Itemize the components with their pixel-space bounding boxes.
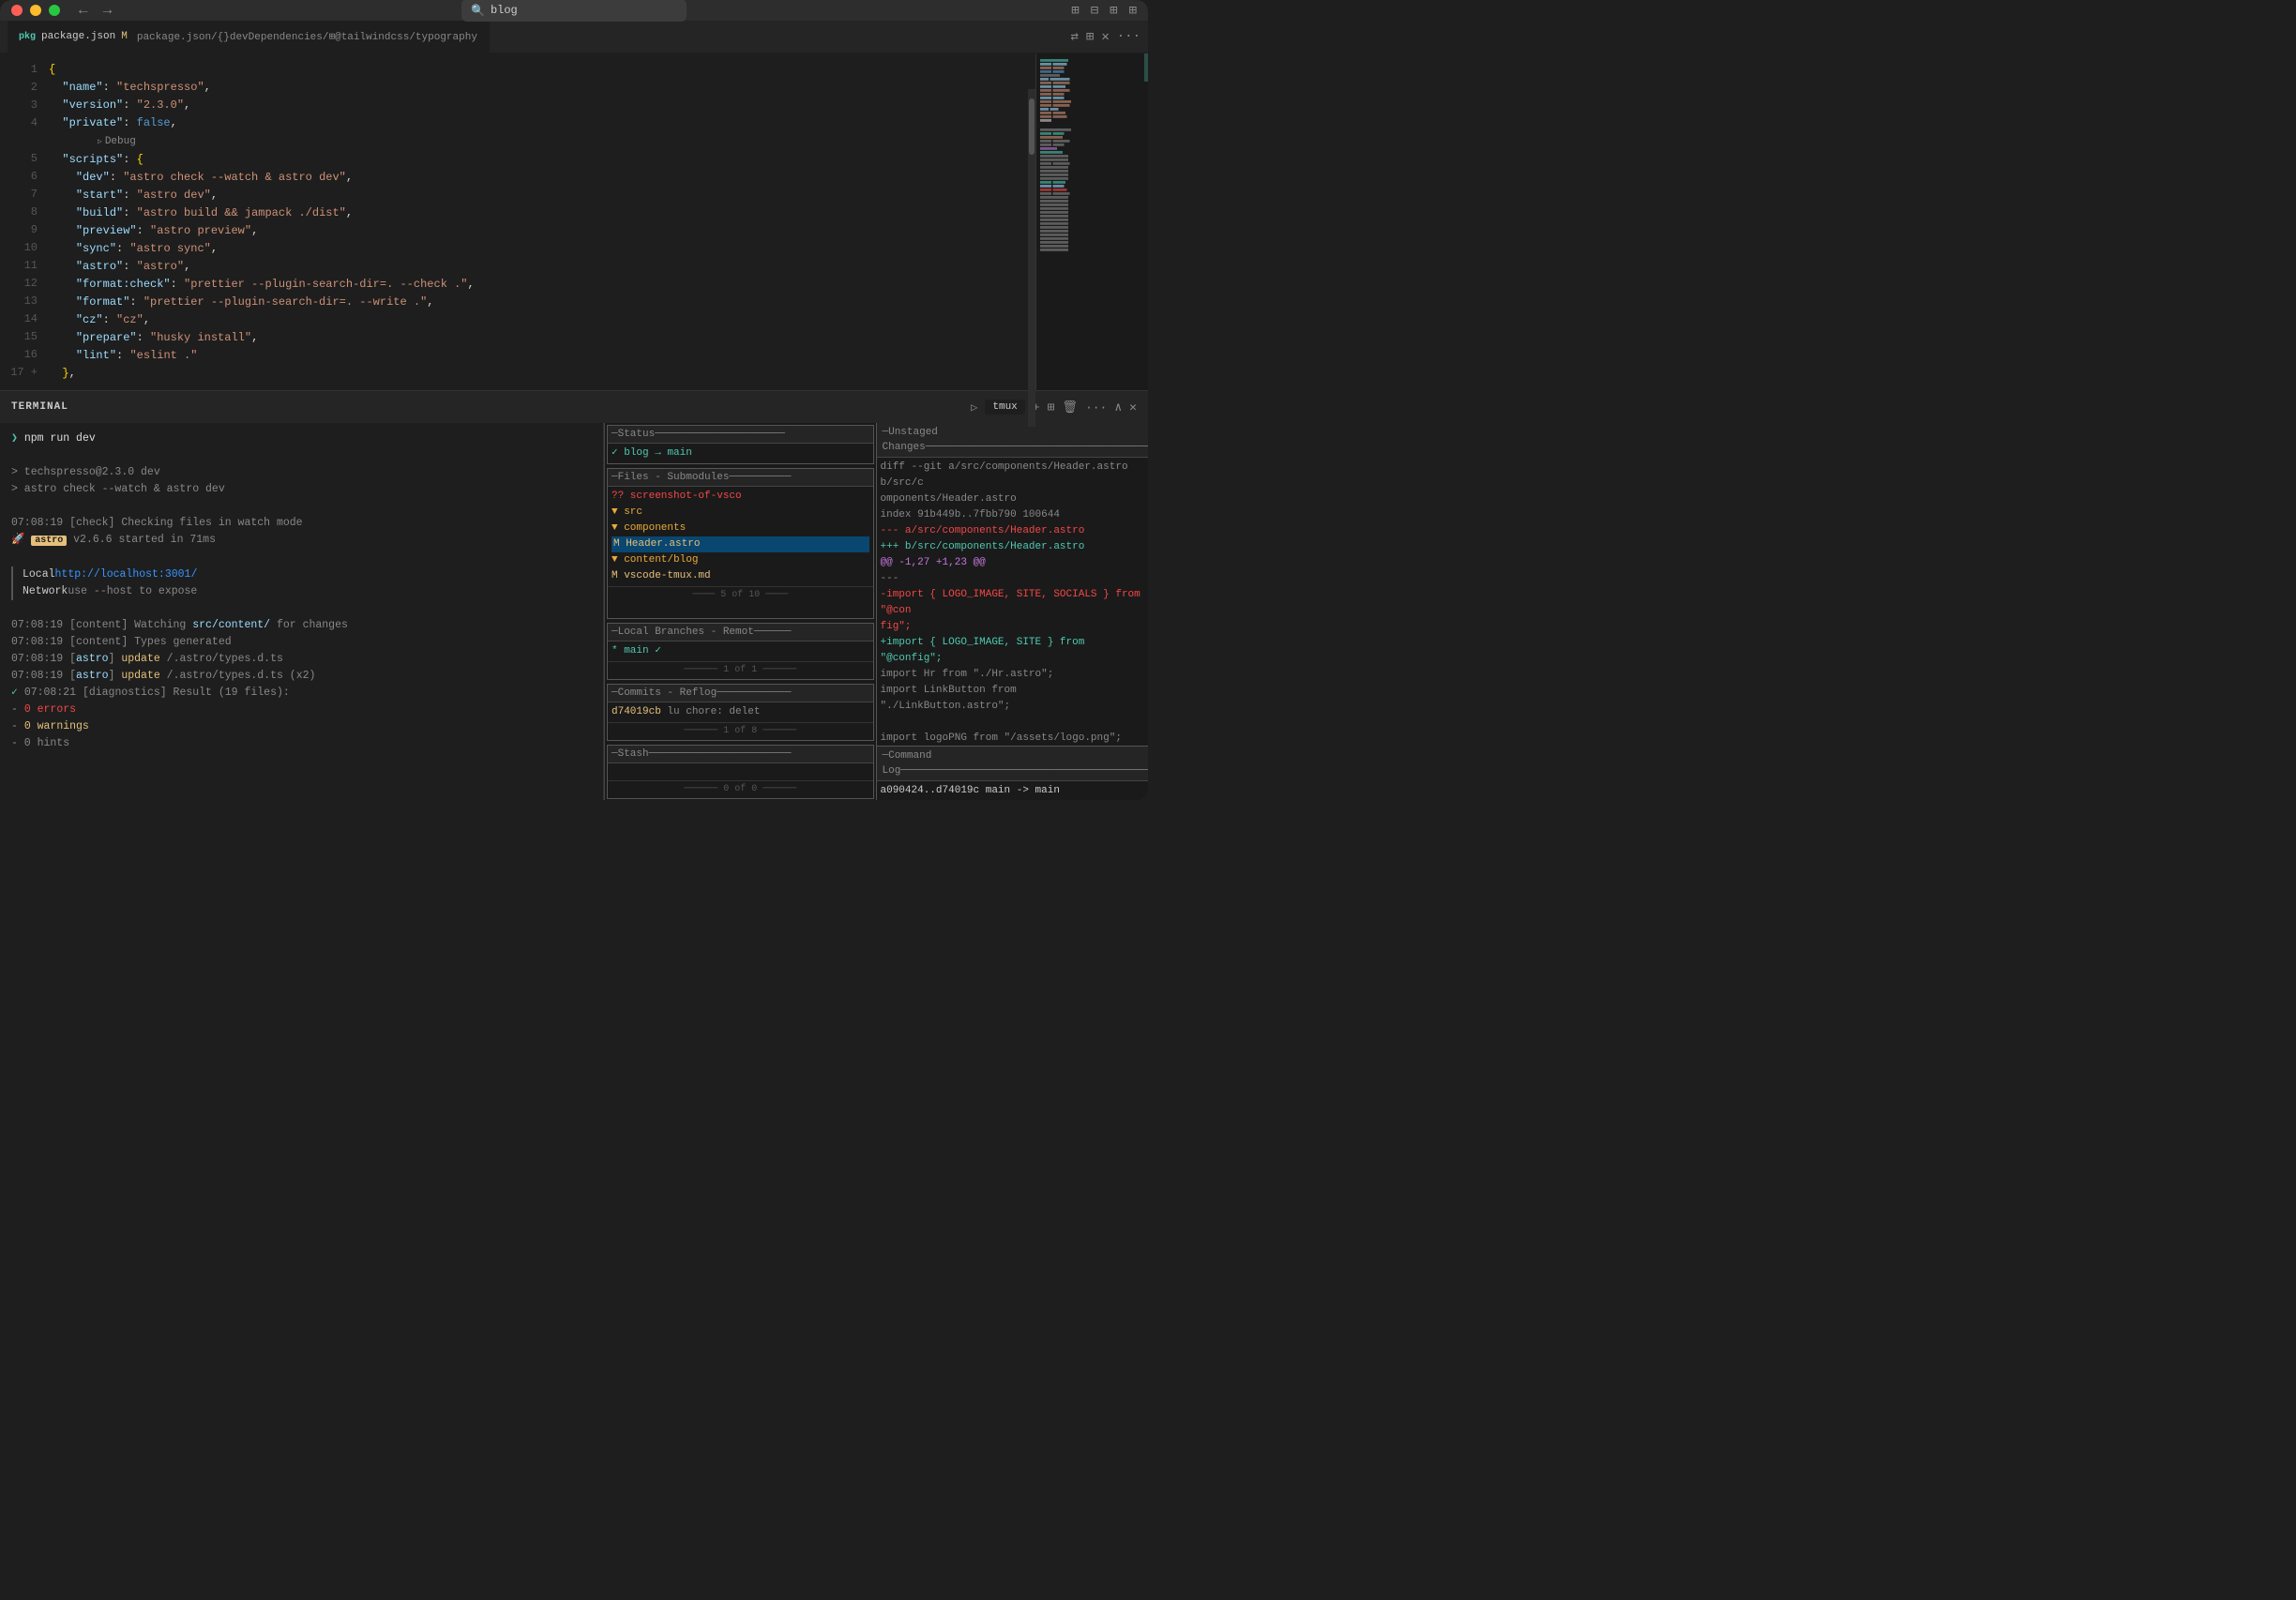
terminal-header: TERMINAL ▷ tmux + ⊞ 🗑 ··· ∧ ✕	[0, 390, 1148, 423]
git-status-header: ─Status─────────────────────	[608, 426, 873, 444]
line-numbers: 1 2 3 4 5 6 7 8 9 10 11 12 13 14 15 16 1…	[0, 53, 49, 390]
tabbar: pkg package.json M package.json/{}devDep…	[0, 21, 1148, 53]
terminal-line: ❯ npm run dev	[11, 430, 592, 447]
traffic-lights	[11, 5, 60, 16]
search-bar[interactable]: 🔍 blog	[461, 0, 687, 22]
terminal-line: ✓ 07:08:21 [diagnostics] Result (19 file…	[11, 685, 592, 702]
tab-breadcrumb: package.json/{}devDependencies/⊞@tailwin…	[137, 30, 477, 43]
sidebar-icon[interactable]: ⊞	[1071, 3, 1079, 19]
terminal-title: TERMINAL	[11, 401, 68, 413]
layout-icon[interactable]: ⊟	[1091, 3, 1098, 19]
close-button[interactable]	[11, 5, 23, 16]
terminal-line	[11, 498, 592, 515]
git-files-header: ─Files - Submodules──────────	[608, 469, 873, 487]
nav-buttons: ← →	[75, 0, 115, 21]
close-tab-button[interactable]: ✕	[1101, 29, 1109, 45]
active-tab[interactable]: pkg package.json M package.json/{}devDep…	[8, 21, 490, 53]
git-branches-content[interactable]: * main ✓	[608, 642, 873, 661]
terminal-line: 07:08:19 [astro] update /.astro/types.d.…	[11, 651, 592, 668]
terminal-line	[11, 550, 592, 566]
terminal-close-icon[interactable]: ✕	[1129, 400, 1137, 415]
code-editor[interactable]: { "name": "techspresso", "version": "2.3…	[49, 53, 1035, 390]
file-item[interactable]: ?? screenshot-of-vsco	[612, 489, 869, 505]
git-commits-header: ─Commits - Reflog────────────	[608, 685, 873, 702]
tab-filename: package.json	[41, 31, 115, 42]
git-status-content: ✓ blog → main	[608, 444, 873, 463]
git-stash-header: ─Stash───────────────────────	[608, 746, 873, 763]
git-branches-header: ─Local Branches - Remot──────	[608, 624, 873, 642]
git-status-panel: ─Status───────────────────── ✓ blog → ma…	[607, 425, 874, 464]
file-item[interactable]: M vscode-tmux.md	[612, 568, 869, 584]
terminal-line: > techspresso@2.3.0 dev	[11, 464, 592, 481]
diff-content[interactable]: diff --git a/src/components/Header.astro…	[877, 458, 1149, 746]
file-item[interactable]: ▼ components	[612, 521, 869, 536]
terminal-line: Local http://localhost:3001/	[11, 566, 592, 583]
search-icon: 🔍	[471, 4, 485, 18]
terminal-line	[11, 600, 592, 617]
git-panels: ─Status───────────────────── ✓ blog → ma…	[604, 423, 1148, 800]
split-editor-icon[interactable]: ⊞	[1086, 29, 1094, 45]
git-stash-panel: ─Stash─────────────────────── ────── 0 o…	[607, 745, 874, 799]
terminal-split-icon[interactable]: ⊞	[1048, 400, 1055, 415]
terminal-line: - 0 hints	[11, 735, 592, 752]
file-item[interactable]: ▼ content/blog	[612, 552, 869, 568]
git-commits-panel: ─Commits - Reflog──────────── d74019cb l…	[607, 684, 874, 741]
file-item[interactable]: M Header.astro	[612, 536, 869, 552]
terminal-line: 07:08:19 [astro] update /.astro/types.d.…	[11, 668, 592, 685]
command-log-panel: ─Command Log────────────────────────────…	[877, 746, 1149, 800]
terminal-line: 07:08:19 [check] Checking files in watch…	[11, 515, 592, 532]
terminal-run-icon: ▷	[971, 400, 977, 415]
terminal-header-icons: ▷ tmux + ⊞ 🗑 ··· ∧ ✕	[971, 400, 1137, 415]
terminal-line	[11, 447, 592, 464]
terminal-left-pane[interactable]: ❯ npm run dev > techspresso@2.3.0 dev > …	[0, 423, 604, 800]
terminal-tab-label[interactable]: tmux	[985, 400, 1024, 415]
terminal-section: TERMINAL ▷ tmux + ⊞ 🗑 ··· ∧ ✕ ❯ npm run …	[0, 390, 1148, 800]
app-window: ← → 🔍 blog ⊞ ⊟ ⊞ ⊞ pkg package.json M pa…	[0, 0, 1148, 800]
git-files-panel: ─Files - Submodules────────── ?? screens…	[607, 468, 874, 619]
titlebar: ← → 🔍 blog ⊞ ⊟ ⊞ ⊞	[0, 0, 1148, 21]
modified-indicator: M	[121, 31, 128, 42]
diff-header: ─Unstaged Changes───────────────────────…	[877, 423, 1149, 458]
diff-panel: ─Unstaged Changes───────────────────────…	[877, 423, 1149, 746]
search-text: blog	[491, 4, 518, 17]
minimap: ████████████████████ ████████ ██████████…	[1035, 53, 1148, 390]
grid-icon[interactable]: ⊞	[1129, 3, 1137, 19]
terminal-line: 07:08:19 [content] Types generated	[11, 634, 592, 651]
command-log-content: a090424..d74019c main -> main	[877, 781, 1149, 800]
terminal-line: > astro check --watch & astro dev	[11, 481, 592, 498]
editor-area: 1 2 3 4 5 6 7 8 9 10 11 12 13 14 15 16 1…	[0, 53, 1148, 390]
terminal-trash-icon[interactable]: 🗑	[1062, 400, 1078, 415]
more-icon[interactable]: ···	[1117, 29, 1140, 45]
command-log-header: ─Command Log────────────────────────────…	[877, 747, 1149, 781]
terminal-line: 🚀 astro v2.6.6 started in 71ms	[11, 532, 592, 550]
terminal-line: 07:08:19 [content] Watching src/content/…	[11, 617, 592, 634]
editor-scrollbar[interactable]	[1028, 89, 1035, 427]
terminal-body: ❯ npm run dev > techspresso@2.3.0 dev > …	[0, 423, 1148, 800]
terminal-line: - 0 errors	[11, 702, 592, 718]
git-stash-content	[608, 763, 873, 780]
file-item[interactable]: ▼ src	[612, 505, 869, 521]
split-icon[interactable]: ⊞	[1110, 3, 1117, 19]
forward-button[interactable]: →	[99, 0, 116, 21]
pkg-icon: pkg	[19, 32, 36, 42]
compare-icon[interactable]: ⇄	[1070, 29, 1078, 45]
terminal-line: - 0 warnings	[11, 718, 592, 735]
minimize-button[interactable]	[30, 5, 41, 16]
back-button[interactable]: ←	[75, 0, 92, 21]
terminal-more-icon[interactable]: ···	[1085, 400, 1107, 415]
terminal-line: Network use --host to expose	[11, 583, 592, 600]
git-commits-content[interactable]: d74019cb lu chore: delet	[608, 702, 873, 722]
maximize-button[interactable]	[49, 5, 60, 16]
terminal-up-icon[interactable]: ∧	[1114, 400, 1122, 415]
tab-actions: ⇄ ⊞ ✕ ···	[1070, 29, 1148, 45]
git-branches-panel: ─Local Branches - Remot────── * main ✓ ─…	[607, 623, 874, 680]
git-files-content[interactable]: ?? screenshot-of-vsco ▼ src ▼ components…	[608, 487, 873, 586]
titlebar-actions: ⊞ ⊟ ⊞ ⊞	[1071, 3, 1137, 19]
